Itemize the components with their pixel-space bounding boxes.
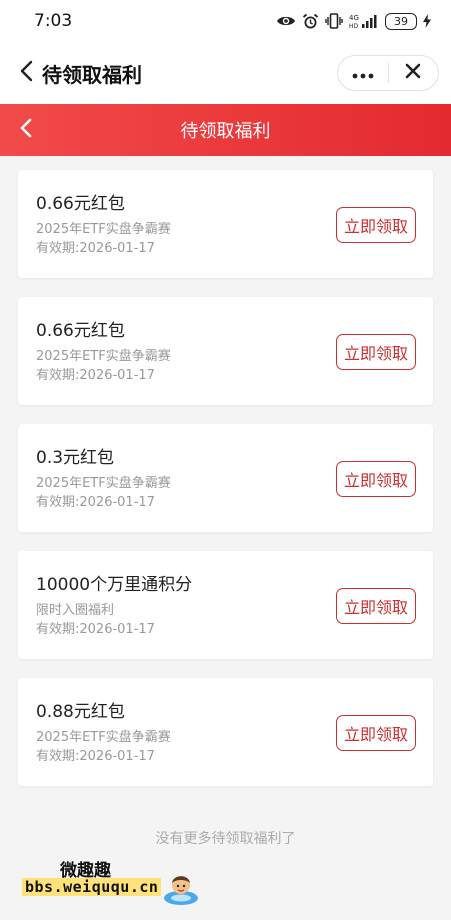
watermark-url: bbs.weiququ.cn xyxy=(22,878,162,896)
claim-button[interactable]: 立即领取 xyxy=(336,334,416,370)
charging-icon xyxy=(423,14,431,28)
more-button[interactable] xyxy=(338,56,388,90)
benefit-card: 10000个万里通积分 限时入圈福利 有效期:2026-01-17 立即领取 xyxy=(18,551,433,659)
status-bar: 7:03 4G HD 39 xyxy=(0,0,451,42)
claim-button[interactable]: 立即领取 xyxy=(336,715,416,751)
benefit-card: 0.66元红包 2025年ETF实盘争霸赛 有效期:2026-01-17 立即领… xyxy=(18,170,433,278)
nav-title: 待领取福利 xyxy=(42,62,142,87)
svg-text:HD: HD xyxy=(349,23,359,29)
nav-bar: 待领取福利 xyxy=(0,42,451,104)
back-chevron-icon xyxy=(19,60,33,86)
benefit-list: 0.66元红包 2025年ETF实盘争霸赛 有效期:2026-01-17 立即领… xyxy=(0,156,451,786)
close-icon xyxy=(405,63,421,83)
signal-icon: 4G HD xyxy=(349,13,379,29)
end-of-list-text: 没有更多待领取福利了 xyxy=(155,831,296,847)
back-button[interactable] xyxy=(12,53,40,93)
page-header: 待领取福利 xyxy=(0,104,451,156)
mascot-icon xyxy=(162,870,200,910)
benefit-card: 0.88元红包 2025年ETF实盘争霸赛 有效期:2026-01-17 立即领… xyxy=(18,678,433,786)
watermark: 微趣趣 bbs.weiququ.cn xyxy=(22,856,202,912)
benefit-card: 0.3元红包 2025年ETF实盘争霸赛 有效期:2026-01-17 立即领取 xyxy=(18,424,433,532)
claim-button[interactable]: 立即领取 xyxy=(336,461,416,497)
more-dots-icon xyxy=(352,64,374,83)
header-back-button[interactable] xyxy=(6,110,46,150)
vibrate-icon xyxy=(325,13,343,29)
benefit-card: 0.66元红包 2025年ETF实盘争霸赛 有效期:2026-01-17 立即领… xyxy=(18,297,433,405)
back-chevron-icon xyxy=(19,117,33,143)
status-icons: 4G HD 39 xyxy=(276,12,431,30)
page-title: 待领取福利 xyxy=(180,121,271,142)
svg-text:4G: 4G xyxy=(349,14,359,22)
close-button[interactable] xyxy=(389,56,439,90)
battery-indicator: 39 xyxy=(385,12,417,30)
claim-button[interactable]: 立即领取 xyxy=(336,588,416,624)
eye-icon xyxy=(276,14,296,28)
claim-button[interactable]: 立即领取 xyxy=(336,207,416,243)
status-time: 7:03 xyxy=(34,11,73,31)
alarm-icon xyxy=(302,13,319,30)
capsule-menu xyxy=(337,55,439,91)
